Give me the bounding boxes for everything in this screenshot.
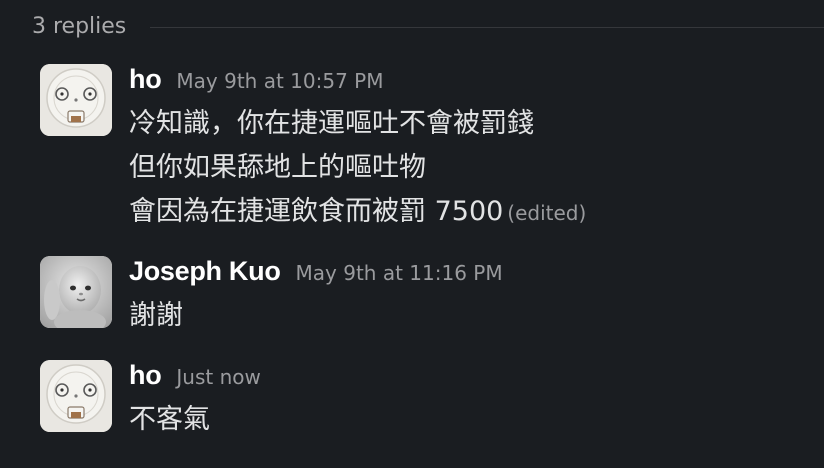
message-line: 謝謝 xyxy=(129,300,183,331)
coffee-cup-lid-face-icon[interactable] xyxy=(40,360,112,432)
message-body: Joseph Kuo May 9th at 11:16 PM 謝謝 xyxy=(129,256,814,338)
message-line: 不客氣 xyxy=(129,404,210,435)
message-line: 冷知識，你在捷運嘔吐不會被罰錢 xyxy=(129,108,534,139)
message-timestamp[interactable]: May 9th at 10:57 PM xyxy=(176,69,383,93)
message-header: Joseph Kuo May 9th at 11:16 PM xyxy=(129,256,814,290)
message-text: 謝謝 xyxy=(129,294,814,338)
sender-name[interactable]: Joseph Kuo xyxy=(129,256,281,287)
sender-name[interactable]: ho xyxy=(129,64,162,95)
edited-label: (edited) xyxy=(507,201,587,225)
message-body: ho May 9th at 10:57 PM 冷知識，你在捷運嘔吐不會被罰錢 但… xyxy=(129,64,814,235)
message-timestamp[interactable]: May 9th at 11:16 PM xyxy=(296,261,503,285)
message-text: 冷知識，你在捷運嘔吐不會被罰錢 但你如果舔地上的嘔吐物 會因為在捷運飲食而被罰 … xyxy=(129,102,814,235)
message-header: ho May 9th at 10:57 PM xyxy=(129,64,814,98)
message-text: 不客氣 xyxy=(129,398,814,442)
replies-count: 3 replies xyxy=(32,13,127,39)
divider xyxy=(150,26,824,28)
baby-photo-icon[interactable] xyxy=(40,256,112,328)
message-line: 但你如果舔地上的嘔吐物 xyxy=(129,152,426,183)
message-header: ho Just now xyxy=(129,360,814,394)
message-line-text: 會因為在捷運飲食而被罰 7500 xyxy=(129,196,504,227)
replies-header: 3 replies xyxy=(32,10,824,42)
coffee-cup-lid-face-icon[interactable] xyxy=(40,64,112,136)
sender-name[interactable]: ho xyxy=(129,360,162,391)
message-body: ho Just now 不客氣 xyxy=(129,360,814,442)
message-line: 會因為在捷運飲食而被罰 7500 (edited) xyxy=(129,190,814,235)
thread-view: 3 replies ho May 9th at 10:57 PM 冷知識，你在捷… xyxy=(0,0,824,468)
message-timestamp[interactable]: Just now xyxy=(176,365,260,389)
